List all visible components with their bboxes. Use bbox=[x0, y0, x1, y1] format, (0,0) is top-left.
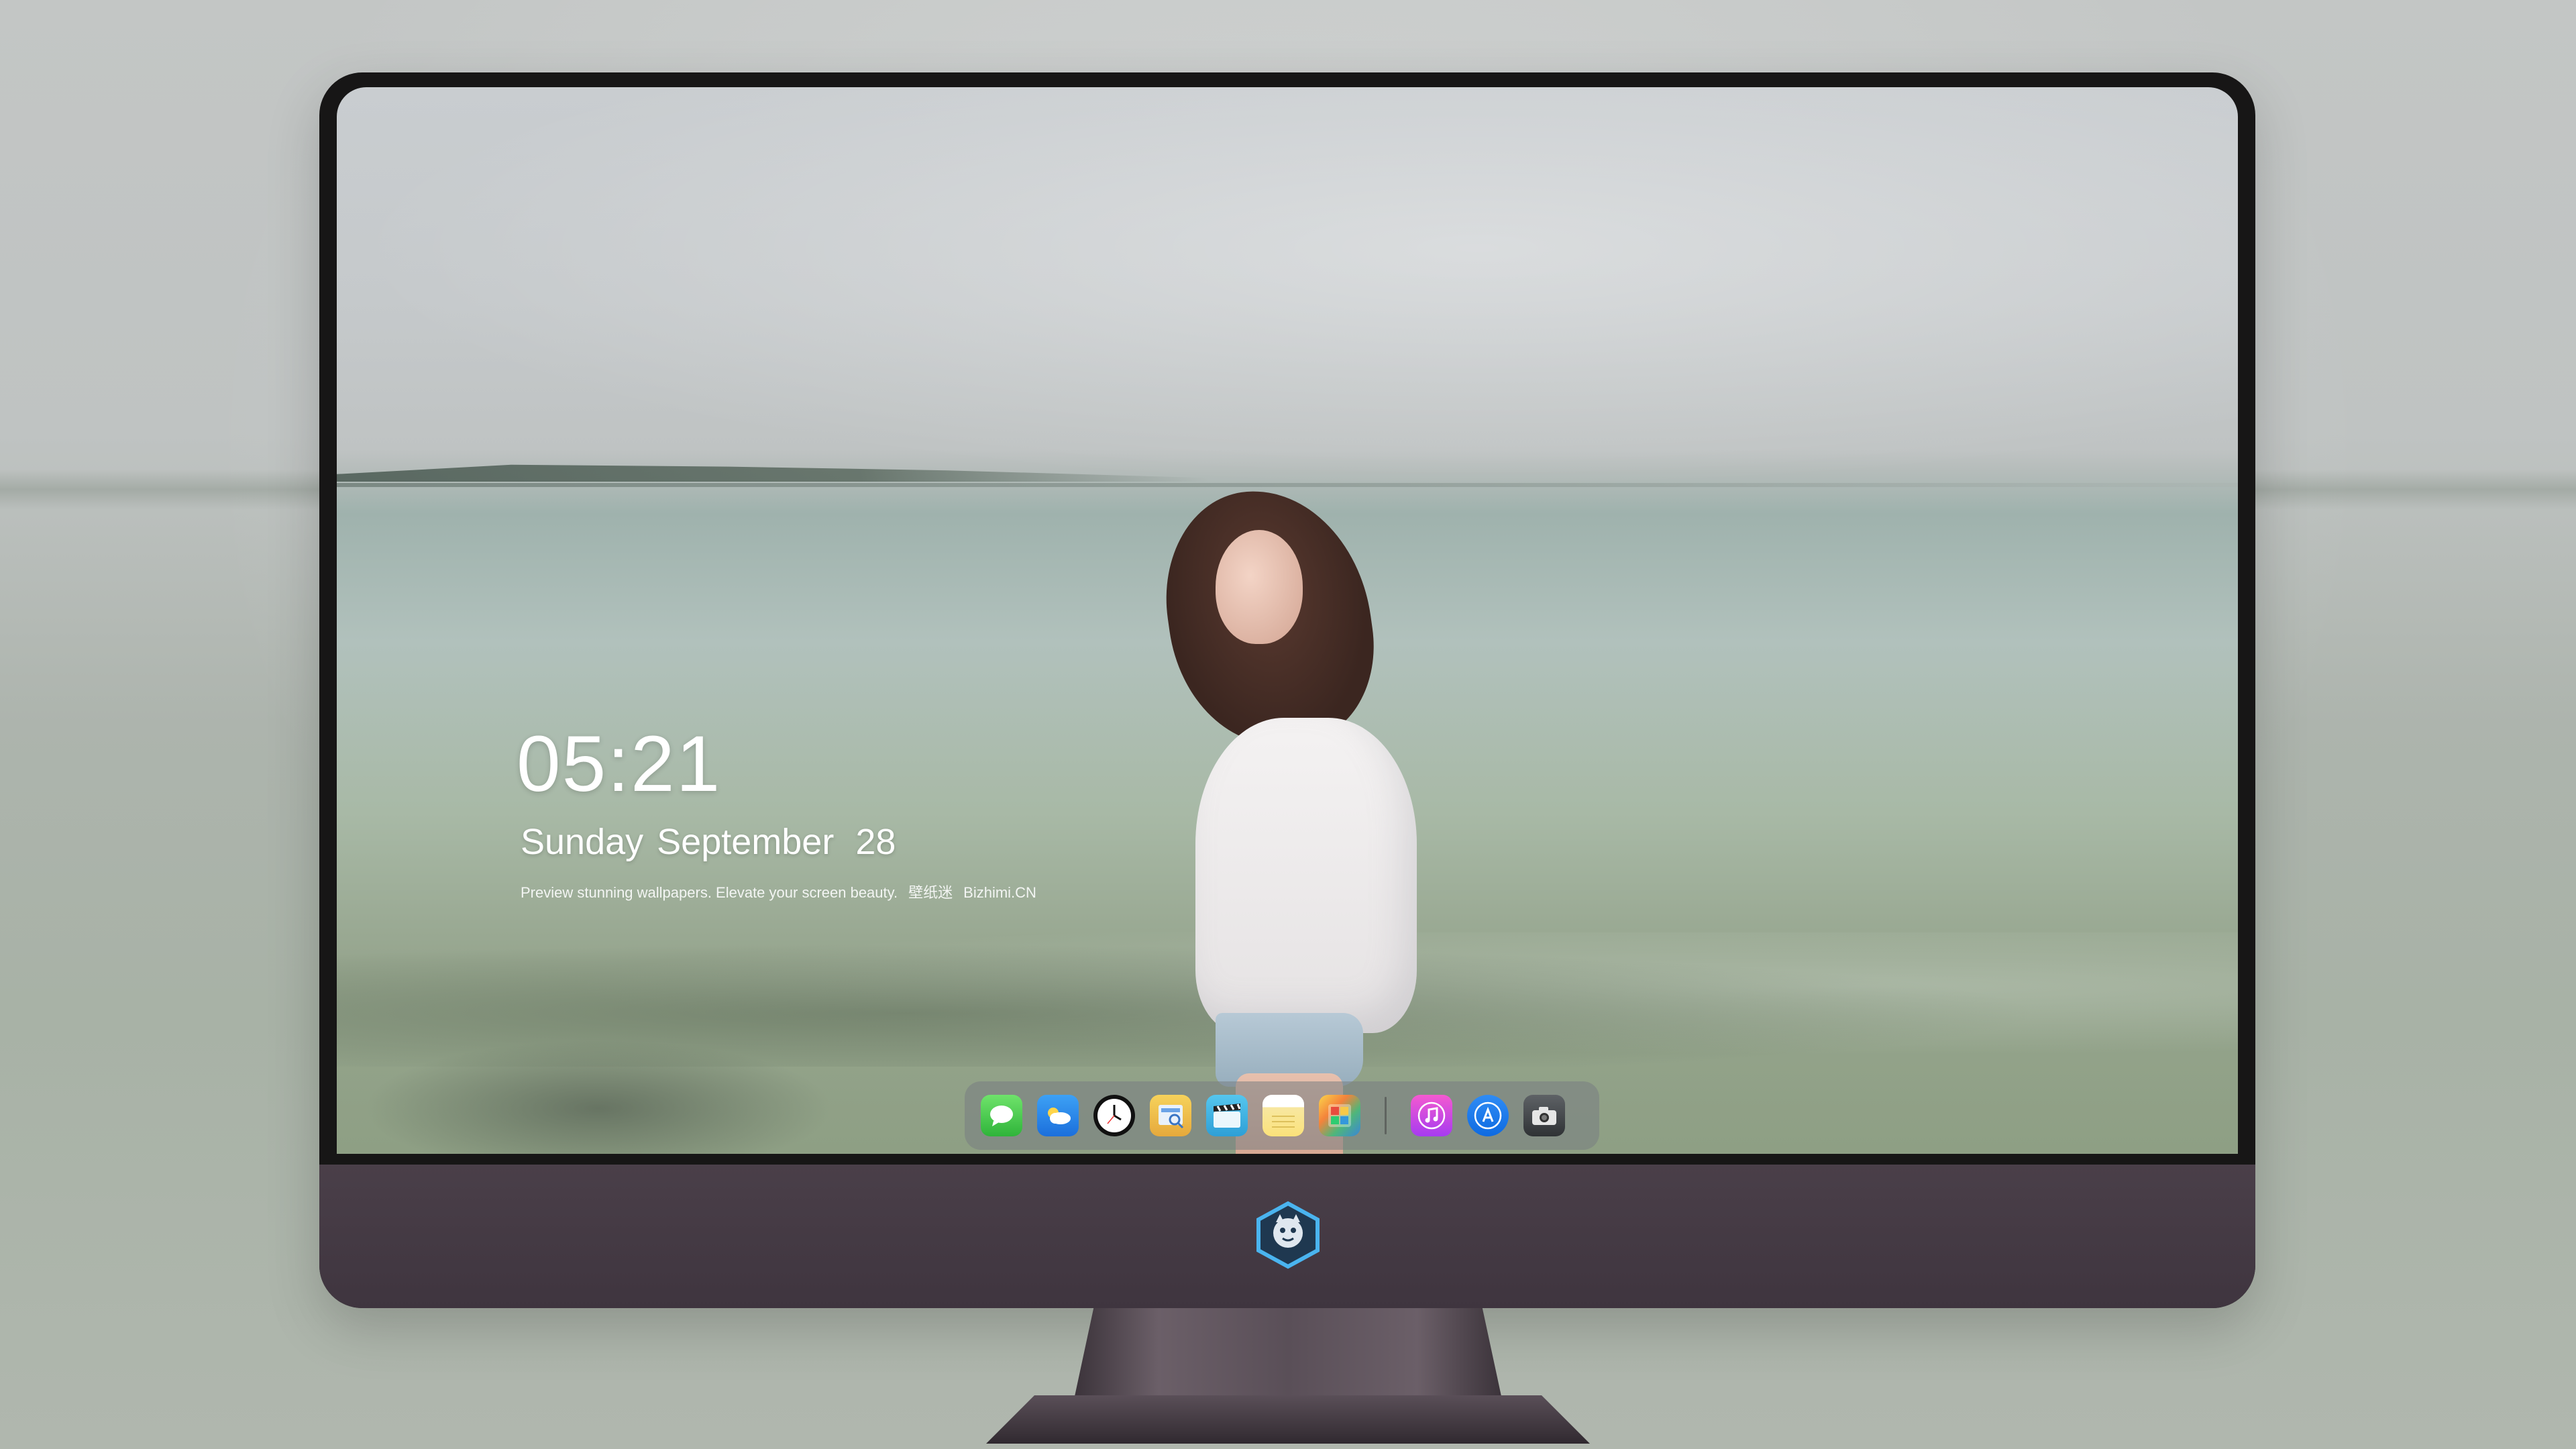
tagline-text: Preview stunning wallpapers. Elevate you… bbox=[521, 884, 898, 901]
tagline-brand-cn: 壁纸迷 bbox=[908, 884, 953, 901]
photos-icon[interactable] bbox=[1319, 1095, 1360, 1136]
dock-separator bbox=[1385, 1097, 1387, 1134]
camera-icon[interactable] bbox=[1523, 1095, 1565, 1136]
clock-icon[interactable] bbox=[1093, 1095, 1135, 1136]
wallpaper-figure bbox=[1142, 476, 1544, 1154]
figure-blouse bbox=[1195, 718, 1417, 1033]
desktop-background: 05:21 Sunday September 28 Preview stunni… bbox=[0, 0, 2576, 1449]
monitor-stand-base bbox=[986, 1395, 1590, 1444]
messages-icon[interactable] bbox=[981, 1095, 1022, 1136]
notes-icon[interactable] bbox=[1263, 1095, 1304, 1136]
figure-face bbox=[1216, 530, 1303, 644]
tagline-brand-site: Bizhimi.CN bbox=[963, 884, 1036, 901]
date-weekday: Sunday bbox=[521, 822, 644, 862]
preview-icon[interactable] bbox=[1150, 1095, 1191, 1136]
lock-date: Sunday September 28 bbox=[521, 824, 896, 860]
wallpaper-rocks bbox=[364, 1040, 833, 1154]
date-day: 28 bbox=[855, 822, 896, 862]
lock-screen bbox=[337, 87, 2238, 1154]
music-icon[interactable] bbox=[1411, 1095, 1452, 1136]
date-month: September bbox=[657, 822, 835, 862]
weather-icon[interactable] bbox=[1037, 1095, 1079, 1136]
dock bbox=[965, 1081, 1599, 1150]
wallpaper-sky bbox=[337, 87, 2238, 490]
lock-clock: 05:21 bbox=[517, 720, 722, 808]
wallpaper-tagline: Preview stunning wallpapers. Elevate you… bbox=[521, 885, 1036, 900]
monitor-logo-icon bbox=[1256, 1201, 1320, 1269]
monitor-stand-neck bbox=[1072, 1308, 1504, 1409]
clapperboard-icon[interactable] bbox=[1206, 1095, 1248, 1136]
app-store-icon[interactable] bbox=[1467, 1095, 1509, 1136]
